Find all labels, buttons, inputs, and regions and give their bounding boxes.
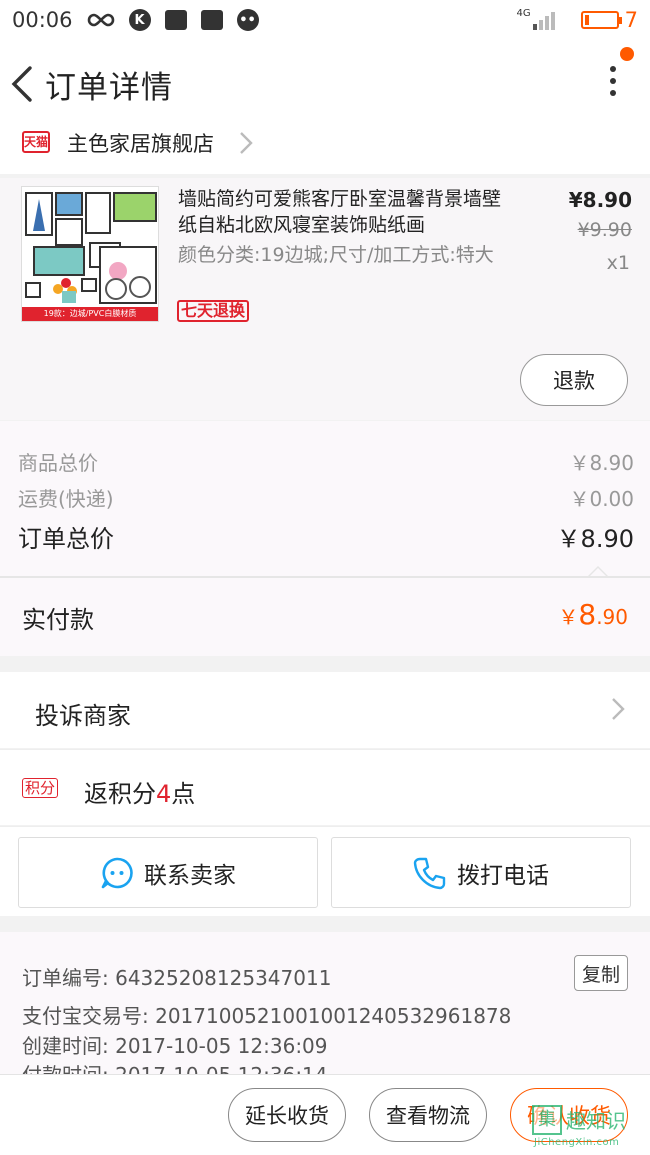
contact-seller-button[interactable]: 联系卖家 [18,837,318,908]
view-logistics-button[interactable]: 查看物流 [369,1088,487,1142]
watermark-url: JiChengXin.com [534,1137,620,1148]
watermark-logo: 集 [532,1105,562,1135]
goods-total-label: 商品总价 [18,451,98,475]
contact-row: 联系卖家 拨打电话 [0,826,650,916]
complaint-row[interactable]: 投诉商家 [0,672,650,748]
order-total-row: 订单总价 ￥8.90 [18,519,634,554]
hotspot-icon [164,10,187,30]
signal-icon [532,10,557,30]
notification-dot [620,47,634,61]
dot [610,66,616,72]
seven-day-return-badge: 七天退换 [177,300,250,322]
amount-decimal: .90 [596,605,628,629]
original-price: ¥9.90 [577,219,632,241]
call-phone-button[interactable]: 拨打电话 [331,837,631,908]
store-name: 主色家居旗舰店 [67,132,214,156]
battery-icon [580,11,622,29]
divider-caret [588,566,608,576]
infinity-icon [87,12,115,28]
points-prefix: 返积分 [84,780,156,808]
status-time: 00:06 [12,8,73,32]
shipping-row: 运费(快递) ￥0.00 [18,483,634,512]
bottom-action-bar: 延长收货 查看物流 确认收货 集 趣知识 JiChengXin.com [0,1074,650,1155]
shipping-label: 运费(快递) [18,487,114,511]
wall-sticker-picture [25,192,157,304]
network-type: 4G [516,8,531,19]
more-menu-button[interactable] [606,66,620,102]
points-badge: 积分 [22,778,59,798]
refund-button[interactable]: 退款 [520,354,628,406]
actual-payment-label: 实付款 [22,606,94,634]
paid-time: 付款时间: 2017-10-05 12:36:14 [22,1059,328,1074]
k-app-icon: K [128,9,151,31]
complaint-label: 投诉商家 [35,702,131,730]
created-time: 创建时间: 2017-10-05 12:36:09 [22,1034,328,1058]
quantity: x1 [606,252,630,274]
site-watermark: 集 趣知识 JiChengXin.com [532,1103,644,1149]
dot [610,78,616,84]
chat-icon: •• [236,9,259,31]
tmall-badge: 天猫 [22,131,50,153]
product-spec: 颜色分类:19边城;尺寸/加工方式:特大 [178,244,494,266]
image-notification-icon [200,10,223,30]
goods-total-value: ￥8.90 [569,451,634,475]
extend-receipt-button[interactable]: 延长收货 [228,1088,346,1142]
chevron-right-icon [238,130,254,160]
points-suffix: 点 [171,780,196,808]
image-caption: 19款：边城/PVC白膜材质 [22,307,158,321]
order-total-value: ￥8.90 [556,525,634,553]
actual-payment-row: 实付款 ￥8.90 [0,578,650,656]
points-row: 积分 返积分4点 [0,749,650,825]
points-text: 返积分4点 [84,774,195,809]
order-info: 订单编号: 64325208125347011 支付宝交易号: 20171005… [0,932,650,1074]
product-price: ¥8.90 [568,188,632,212]
chat-bubble-icon [101,857,133,888]
status-bar: 00:06 K •• 4G 7 [0,0,650,40]
dot [610,90,616,96]
price-summary: 商品总价 ￥8.90 运费(快递) ￥0.00 订单总价 ￥8.90 [0,421,650,576]
chevron-left-icon [11,66,32,102]
order-number: 订单编号: 64325208125347011 [22,966,332,990]
product-item[interactable]: 19款：边城/PVC白膜材质 墙贴简约可爱熊客厅卧室温馨背景墙壁纸自粘北欧风寝室… [0,178,650,420]
alipay-trade-number: 支付宝交易号: 2017100521001001240532961878 [22,1004,512,1028]
contact-seller-label: 联系卖家 [144,862,236,889]
points-value: 4 [156,780,172,808]
page-title: 订单详情 [45,70,173,106]
goods-total-row: 商品总价 ￥8.90 [18,447,634,476]
battery-level: 7 [624,8,638,32]
product-name[interactable]: 墙贴简约可爱熊客厅卧室温馨背景墙壁纸自粘北欧风寝室装饰贴纸画 [178,186,513,238]
actual-payment-value: ￥8.90 [558,598,628,631]
chevron-right-icon [610,696,626,726]
shipping-value: ￥0.00 [569,487,634,511]
header: 订单详情 [0,40,650,126]
order-total-label: 订单总价 [18,525,114,553]
product-image[interactable]: 19款：边城/PVC白膜材质 [21,186,159,322]
back-button[interactable] [8,64,38,104]
copy-button[interactable]: 复制 [574,955,628,991]
store-row[interactable]: 天猫 主色家居旗舰店 [0,126,650,174]
call-phone-label: 拨打电话 [457,862,549,889]
watermark-text: 趣知识 [566,1109,626,1133]
currency-symbol: ￥ [558,605,579,629]
amount-integer: 8 [578,598,597,631]
phone-icon [413,857,446,889]
